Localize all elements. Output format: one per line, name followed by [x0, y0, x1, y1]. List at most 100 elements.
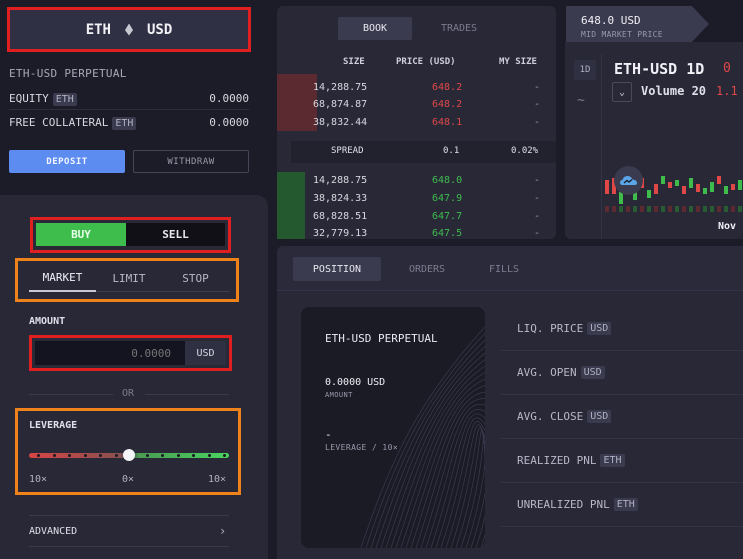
market-selector[interactable]: ETH USD [7, 7, 251, 52]
or-label: OR [122, 388, 135, 399]
card-leverage-label: LEVERAGE / 10× [325, 443, 399, 452]
tab-fills[interactable]: FILLS [474, 257, 534, 281]
bid-row[interactable]: 14,288.75 648.0 - [277, 172, 556, 190]
bid-row[interactable]: 38,824.33 647.9 - [277, 190, 556, 208]
leverage-step-dot [192, 454, 195, 457]
chevron-right-icon[interactable]: › [219, 524, 226, 538]
tab-market[interactable]: MARKET [29, 265, 96, 292]
card-size-label: AMOUNT [325, 391, 353, 399]
volume-label: Volume 20 [641, 84, 707, 98]
volume-bar [696, 206, 700, 212]
candle [689, 178, 693, 188]
equity-row: EQUITY ETH 0.0000 [9, 88, 249, 110]
candle [717, 176, 721, 184]
stat-label: AVG. OPEN [517, 366, 577, 379]
leverage-tick-max: 10× [208, 474, 227, 485]
tab-book[interactable]: BOOK [338, 17, 412, 40]
ask-price: 648.1 [432, 117, 463, 128]
tab-limit[interactable]: LIMIT [96, 265, 162, 292]
ask-row[interactable]: 38,832.44 648.1 - [277, 114, 556, 132]
chart-toolbar [565, 54, 602, 239]
leverage-step-dot [223, 454, 226, 457]
leverage-tick-mid: 0× [122, 474, 135, 485]
bid-price: 647.9 [432, 193, 463, 204]
sell-button[interactable]: SELL [126, 223, 225, 246]
bid-row[interactable]: 32,779.13 647.5 - [277, 225, 556, 243]
volume-bar [626, 206, 630, 212]
chevron-down-icon[interactable]: ⌄ [612, 82, 632, 102]
amount-input[interactable] [35, 341, 185, 365]
candle [703, 188, 707, 194]
candle [724, 186, 728, 194]
advanced-divider [29, 515, 229, 516]
volume-bar [689, 206, 693, 212]
withdraw-button[interactable]: WITHDRAW [133, 150, 249, 173]
bid-my-size: - [534, 175, 541, 186]
tab-position[interactable]: POSITION [293, 257, 381, 281]
interval-button[interactable]: 1D [574, 60, 596, 80]
ask-my-size: - [534, 99, 541, 110]
column-my-size: MY SIZE [499, 57, 537, 67]
ask-row[interactable]: 14,288.75 648.2 - [277, 79, 556, 97]
tab-trades[interactable]: TRADES [420, 17, 498, 40]
volume-value: 1.1 [716, 84, 738, 98]
bid-row[interactable]: 68,828.51 647.7 - [277, 208, 556, 226]
chart-change: 0 [723, 61, 731, 76]
advanced-toggle[interactable]: ADVANCED [29, 526, 77, 537]
leverage-tick-min: 10× [29, 474, 48, 485]
tradingview-logo-icon[interactable] [614, 166, 643, 195]
candle [605, 180, 609, 194]
ask-price: 648.2 [432, 99, 463, 110]
deposit-button[interactable]: DEPOSIT [9, 150, 125, 173]
candle [675, 180, 679, 186]
stat-label: UNREALIZED PNL [517, 498, 610, 511]
line-chart-icon[interactable]: ∼ [577, 93, 585, 108]
volume-bar [661, 206, 665, 212]
collateral-value: 0.0000 [209, 115, 249, 129]
card-market-title: ETH-USD PERPETUAL [325, 332, 438, 345]
mid-price-value: 648.0 USD [581, 14, 641, 27]
tab-stop[interactable]: STOP [162, 265, 229, 292]
chart-month-label: Nov [718, 221, 737, 232]
leverage-step-dot [68, 454, 71, 457]
bid-my-size: - [534, 193, 541, 204]
amount-unit-toggle[interactable]: USD [185, 341, 226, 365]
or-divider-right [145, 394, 229, 395]
stat-label: REALIZED PNL [517, 454, 597, 467]
volume-bar [682, 206, 686, 212]
candle [654, 184, 658, 194]
volume-bar [612, 206, 616, 212]
leverage-step-dot [52, 454, 56, 457]
eth-diamond-icon [125, 23, 133, 36]
leverage-slider-handle[interactable] [123, 449, 135, 461]
position-stat-row: AVG. CLOSE USD [501, 395, 743, 439]
spread-label: SPREAD [331, 146, 364, 156]
card-art-line [420, 403, 485, 548]
volume-bar [605, 206, 609, 212]
position-stat-row: UNREALIZED PNL ETH [501, 483, 743, 527]
volume-bar [703, 206, 707, 212]
leverage-step-dot [161, 454, 164, 457]
spread-percent: 0.02% [511, 146, 539, 156]
candle [668, 182, 672, 188]
leverage-step-dot [145, 454, 149, 457]
collateral-unit-badge: ETH [112, 116, 137, 130]
bid-price: 648.0 [432, 175, 463, 186]
candle [710, 182, 714, 192]
market-base: ETH [85, 21, 111, 38]
equity-unit-badge: ETH [52, 93, 77, 106]
leverage-step-dot [114, 454, 118, 457]
card-size-value: 0.0000 USD [325, 377, 386, 388]
bid-price: 647.5 [432, 228, 463, 239]
buy-button[interactable]: BUY [36, 223, 126, 246]
ask-size: 14,288.75 [313, 82, 368, 93]
ask-my-size: - [534, 117, 541, 128]
card-art-line [455, 429, 485, 548]
tab-orders[interactable]: ORDERS [395, 257, 459, 281]
mid-price-label: MID MARKET PRICE [581, 30, 663, 39]
collateral-row: FREE COLLATERAL ETH 0.0000 [9, 111, 249, 133]
volume-bar [675, 206, 679, 212]
spread-value: 0.1 [443, 146, 460, 156]
ask-row[interactable]: 68,874.87 648.2 - [277, 96, 556, 114]
volume-bar [647, 206, 651, 212]
